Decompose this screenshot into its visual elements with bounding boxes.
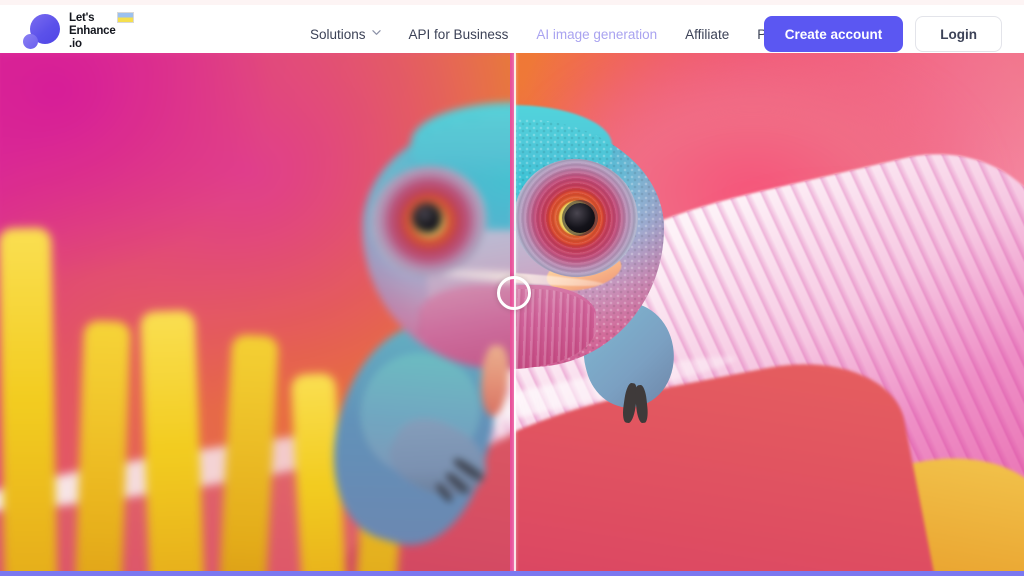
nav-item-label: AI image generation [536,26,658,42]
hero-before-after-comparison[interactable] [0,53,1024,571]
header-actions: Create account Login [763,10,1002,58]
chevron-down-icon [371,28,381,37]
brand-logo-line1: Let's [69,12,95,25]
bottom-accent-bar [0,571,1024,576]
brand-logo-line2: Enhance [69,25,116,38]
brand-logo-line3: .io [69,37,82,50]
nav-item-solutions[interactable]: Solutions [310,10,395,58]
nav-item-label: Affiliate [685,26,730,42]
create-account-button[interactable]: Create account [763,16,904,52]
lets-enhance-logo-icon [22,12,60,50]
brand-logo-text: Let's Enhance .io [69,11,134,51]
nav-item-ai-image-generation[interactable]: AI image generation [522,10,671,58]
nav-item-label: API for Business [408,26,509,42]
comparison-divider-line [514,53,516,571]
nav-item-affiliate[interactable]: Affiliate [671,10,743,58]
login-button[interactable]: Login [915,16,1002,52]
nav-item-api-for-business[interactable]: API for Business [395,10,523,58]
nav-item-label: Solutions [310,26,366,42]
comparison-slider-handle-icon[interactable] [497,276,532,310]
ukraine-flag-icon [117,12,134,24]
site-header: Let's Enhance .io Solutions API for Busi… [0,5,1024,53]
brand-logo[interactable]: Let's Enhance .io [22,10,134,52]
